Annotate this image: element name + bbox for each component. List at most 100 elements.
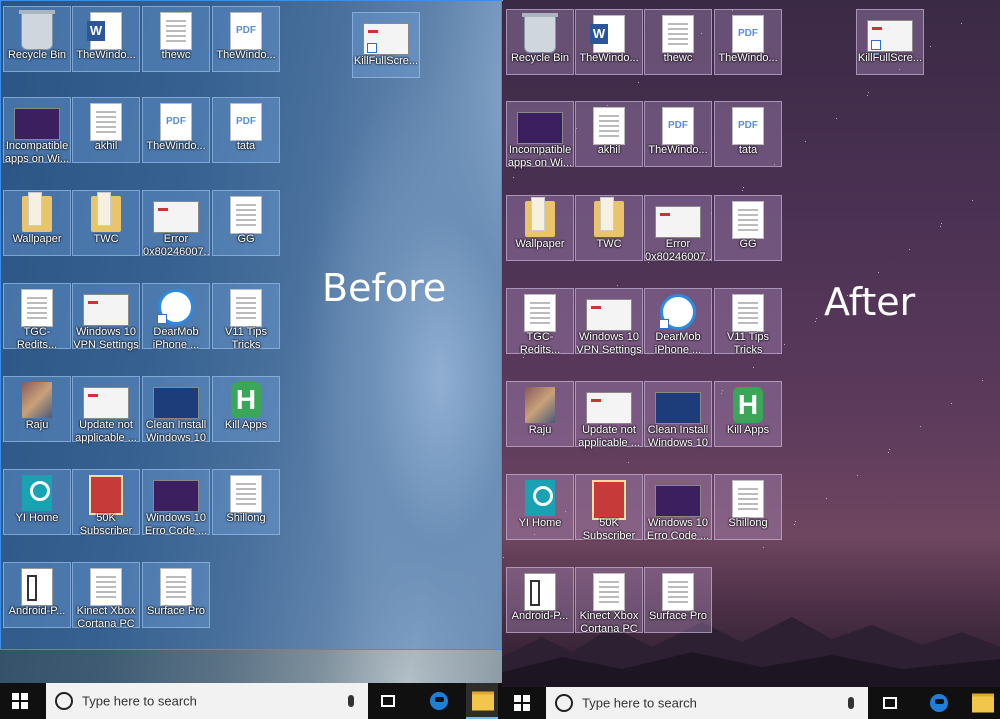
microphone-icon[interactable]: [348, 695, 354, 707]
desktop-icon[interactable]: YI Home: [3, 469, 71, 535]
desktop-icon[interactable]: Raju: [506, 381, 574, 447]
desktop-icon[interactable]: Update not applicable ...: [72, 376, 140, 444]
desktop-icon[interactable]: KillFullScre...: [856, 9, 924, 75]
desktop-icon[interactable]: akhil: [575, 101, 643, 167]
document-icon: [732, 480, 764, 518]
desktop-icon[interactable]: Windows 10 VPN Settings: [72, 283, 140, 351]
desktop-icon-label: GG: [237, 233, 255, 245]
desktop-icon[interactable]: Clean Install Windows 10: [142, 376, 210, 444]
desktop-icon-label: TheWindo...: [579, 52, 639, 64]
desktop-icon[interactable]: PDF TheWindo...: [142, 97, 210, 163]
desktop-icon[interactable]: akhil: [72, 97, 140, 163]
yi-home-icon: [525, 480, 555, 516]
desktop-icon[interactable]: PDF TheWindo...: [212, 6, 280, 72]
desktop-icon-label: Clean Install Windows 10: [145, 419, 207, 444]
kill-apps-icon: H: [231, 382, 261, 418]
desktop-icon[interactable]: TheWindo...: [72, 6, 140, 72]
desktop-icon[interactable]: GG: [714, 195, 782, 261]
desktop-icon[interactable]: PDF tata: [212, 97, 280, 163]
desktop-icon[interactable]: V11 Tips Tricks: [714, 288, 782, 356]
desktop-icon[interactable]: Error 0x80246007...: [142, 190, 210, 258]
microphone-icon[interactable]: [848, 697, 854, 709]
desktop-icon[interactable]: V11 Tips Tricks: [212, 283, 280, 351]
desktop-icon[interactable]: TWC: [72, 190, 140, 256]
desktop-icon[interactable]: Recycle Bin: [506, 9, 574, 75]
desktop-icon[interactable]: thewc: [644, 9, 712, 75]
desktop-icon-label: GG: [739, 238, 757, 250]
search-box[interactable]: Type here to search: [46, 683, 368, 719]
task-view-icon[interactable]: [883, 697, 897, 709]
desktop-icon-label: Windows 10 Erro Code ...: [646, 517, 710, 542]
desktop-icon[interactable]: H Kill Apps: [212, 376, 280, 442]
desktop-icon[interactable]: Android-P...: [3, 562, 71, 628]
edge-icon[interactable]: [930, 694, 948, 712]
cortana-icon: [555, 694, 573, 712]
desktop-icon[interactable]: Shillong: [212, 469, 280, 535]
document-icon: [230, 196, 262, 234]
search-box[interactable]: Type here to search: [546, 687, 868, 719]
desktop-icon-label: Android-P...: [8, 605, 66, 617]
task-view-icon[interactable]: [381, 695, 395, 707]
desktop-icon-label: Surface Pro: [648, 610, 708, 622]
desktop-icon[interactable]: H Kill Apps: [714, 381, 782, 447]
windows-logo-icon[interactable]: [12, 693, 28, 709]
desktop-icon[interactable]: Windows 10 Erro Code ...: [142, 469, 210, 537]
desktop-icon[interactable]: Kinect Xbox Cortana PC: [72, 562, 140, 630]
desktop-icon[interactable]: GG: [212, 190, 280, 256]
windows-logo-icon[interactable]: [514, 695, 530, 711]
desktop-icon[interactable]: PDF tata: [714, 101, 782, 167]
desktop-icon[interactable]: Recycle Bin: [3, 6, 71, 72]
desktop-icon[interactable]: TheWindo...: [575, 9, 643, 75]
screenshot-white-icon: [83, 387, 129, 419]
desktop-icon[interactable]: DearMob iPhone ...: [142, 283, 210, 351]
desktop-icon[interactable]: 50K Subscriber: [575, 474, 643, 542]
desktop-icon-label: Error 0x80246007...: [645, 238, 711, 263]
desktop-icon[interactable]: TGC-Redits...: [506, 288, 574, 356]
desktop-icon[interactable]: KillFullScre...: [352, 12, 420, 78]
desktop-icon[interactable]: PDF TheWindo...: [644, 101, 712, 167]
document-icon: [90, 103, 122, 141]
document-icon: [662, 573, 694, 611]
desktop-icon-label: TheWindo...: [718, 52, 778, 64]
desktop-icon[interactable]: Clean Install Windows 10: [644, 381, 712, 449]
desktop-icon-label: Windows 10 Erro Code ...: [144, 512, 208, 537]
desktop-icon-label: Kill Apps: [224, 419, 268, 431]
pdf-icon: PDF: [230, 103, 262, 141]
desktop-icon[interactable]: Error 0x80246007...: [644, 195, 712, 263]
desktop-icon[interactable]: YI Home: [506, 474, 574, 540]
desktop-icon-label: Incompatible apps on Wi...: [4, 140, 70, 165]
desktop-icon[interactable]: Android-P...: [506, 567, 574, 633]
desktop-icon[interactable]: Windows 10 Erro Code ...: [644, 474, 712, 542]
desktop-icon[interactable]: Shillong: [714, 474, 782, 540]
document-icon: [160, 568, 192, 606]
desktop-icon[interactable]: Surface Pro: [644, 567, 712, 633]
folder-icon: [594, 197, 624, 237]
file-explorer-icon[interactable]: [972, 693, 994, 713]
desktop-icon[interactable]: DearMob iPhone ...: [644, 288, 712, 356]
desktop-icon-label: Recycle Bin: [7, 49, 67, 61]
desktop-icon-label: DearMob iPhone ...: [654, 331, 702, 356]
desktop-icon[interactable]: Incompatible apps on Wi...: [506, 101, 574, 169]
desktop-icon-label: TheWindo...: [648, 144, 708, 156]
desktop-icon[interactable]: Update not applicable ...: [575, 381, 643, 449]
desktop-icon-label: Kinect Xbox Cortana PC: [579, 610, 639, 635]
desktop-icon[interactable]: TWC: [575, 195, 643, 261]
desktop-icon[interactable]: Wallpaper: [506, 195, 574, 261]
desktop-icon-label: TWC: [93, 233, 119, 245]
desktop-icon[interactable]: Surface Pro: [142, 562, 210, 628]
phones-icon: [21, 568, 53, 606]
file-explorer-icon[interactable]: [472, 691, 494, 711]
desktop-icon[interactable]: 50K Subscriber: [72, 469, 140, 537]
desktop-icon[interactable]: PDF TheWindo...: [714, 9, 782, 75]
desktop-icon[interactable]: thewc: [142, 6, 210, 72]
desktop-icon[interactable]: Wallpaper: [3, 190, 71, 256]
document-icon: [732, 294, 764, 332]
edge-icon[interactable]: [430, 692, 448, 710]
desktop-icon[interactable]: Kinect Xbox Cortana PC: [575, 567, 643, 635]
desktop-icon[interactable]: Incompatible apps on Wi...: [3, 97, 71, 165]
screenshot-white-icon: [83, 294, 129, 326]
recycle-bin-icon: [522, 13, 558, 53]
desktop-icon[interactable]: Raju: [3, 376, 71, 442]
desktop-icon[interactable]: TGC-Redits...: [3, 283, 71, 351]
desktop-icon[interactable]: Windows 10 VPN Settings: [575, 288, 643, 356]
